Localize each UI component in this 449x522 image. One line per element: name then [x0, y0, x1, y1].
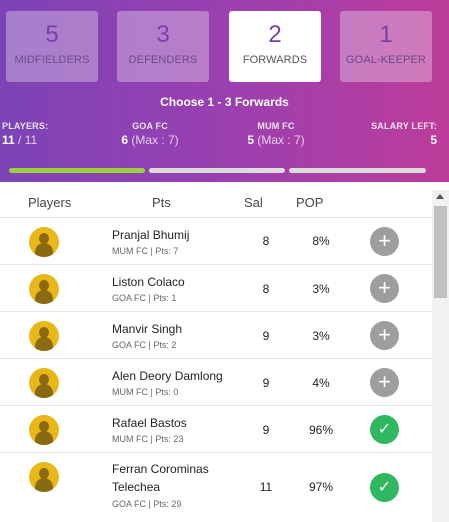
team2-label: MUM FC	[257, 121, 295, 131]
team1-count: 6	[121, 133, 128, 147]
player-name: Ferran Corominas	[112, 462, 209, 476]
player-pop: 96%	[308, 423, 334, 437]
player-salary: 9	[262, 329, 270, 343]
player-meta: MUM FC | Pts: 7	[112, 246, 179, 256]
team2-value: 5 (Max : 7)	[226, 133, 326, 147]
players-stat-value: 11 / 11	[2, 133, 48, 147]
player-row[interactable]: Alen Deory Damlong MUM FC | Pts: 0 9 4% …	[0, 358, 432, 405]
defenders-count: 3	[156, 21, 170, 48]
players-stat: PLAYERS: 11 / 11	[2, 121, 48, 147]
salary-value: 5	[430, 133, 437, 147]
player-row[interactable]: Liston Colaco GOA FC | Pts: 1 8 3% +	[0, 264, 432, 311]
team1-stat: GOA FC 6 (Max : 7)	[100, 121, 200, 147]
team1-label: GOA FC	[132, 121, 168, 131]
add-player-button[interactable]: +	[370, 274, 399, 303]
player-salary: 8	[262, 234, 270, 248]
midfielders-count: 5	[45, 21, 59, 48]
player-row[interactable]: Rafael Bastos MUM FC | Pts: 23 9 96% ✓	[0, 405, 432, 452]
add-player-button[interactable]: +	[370, 227, 399, 256]
player-name: Pranjal Bhumij	[112, 228, 190, 242]
player-name: Rafael Bastos	[112, 416, 187, 430]
player-meta: MUM FC | Pts: 23	[112, 434, 184, 444]
player-meta: MUM FC | Pts: 0	[112, 387, 179, 397]
player-meta: GOA FC | Pts: 1	[112, 293, 177, 303]
player-salary: 11	[259, 480, 273, 494]
player-avatar-icon	[29, 462, 59, 492]
position-tabs: 5 MIDFIELDERS 3 DEFENDERS 2 FORWARDS 1 G…	[6, 11, 444, 82]
choose-instruction: Choose 1 - 3 Forwards	[160, 95, 289, 109]
player-name: Liston Colaco	[112, 275, 185, 289]
player-salary: 9	[262, 376, 270, 390]
add-player-button[interactable]: +	[370, 368, 399, 397]
progress-step-2	[149, 168, 285, 173]
scrollbar[interactable]	[432, 190, 449, 522]
column-header-pop[interactable]: POP	[296, 195, 323, 210]
midfielders-label: MIDFIELDERS	[14, 54, 90, 66]
player-name: Alen Deory Damlong	[112, 369, 223, 383]
team1-value: 6 (Max : 7)	[100, 133, 200, 147]
scroll-up-arrow-icon[interactable]	[436, 194, 444, 199]
player-salary: 9	[262, 423, 270, 437]
player-avatar-icon	[29, 415, 59, 445]
forwards-label: FORWARDS	[242, 54, 308, 66]
column-header-players[interactable]: Players	[28, 195, 71, 210]
players-stat-label: PLAYERS:	[2, 121, 49, 131]
add-player-button[interactable]: +	[370, 321, 399, 350]
team1-max: (Max : 7)	[131, 133, 179, 147]
goal-keeper-count: 1	[379, 21, 393, 48]
tab-defenders[interactable]: 3 DEFENDERS	[117, 11, 209, 82]
player-pop: 4%	[312, 376, 330, 390]
progress-step-3	[289, 168, 426, 173]
players-selected-count: 11	[2, 133, 15, 147]
column-header-pts[interactable]: Pts	[152, 195, 171, 210]
player-row[interactable]: Manvir Singh GOA FC | Pts: 2 9 3% +	[0, 311, 432, 358]
scrollbar-thumb[interactable]	[434, 206, 447, 298]
team2-max: (Max : 7)	[257, 133, 305, 147]
column-header-sal[interactable]: Sal	[244, 195, 263, 210]
player-pop: 3%	[312, 329, 330, 343]
progress-step-1	[9, 168, 145, 173]
tab-midfielders[interactable]: 5 MIDFIELDERS	[6, 11, 98, 82]
player-pop: 97%	[308, 480, 334, 494]
remove-player-button[interactable]: ✓	[370, 415, 399, 444]
player-pop: 8%	[312, 234, 330, 248]
team2-count: 5	[247, 133, 254, 147]
player-avatar-icon	[29, 274, 59, 304]
goal-keeper-label: GOAL-KEEPER	[346, 54, 426, 66]
defenders-label: DEFENDERS	[128, 54, 198, 66]
team-builder-header: 5 MIDFIELDERS 3 DEFENDERS 2 FORWARDS 1 G…	[0, 0, 449, 182]
forwards-count: 2	[268, 21, 282, 48]
player-name: Manvir Singh	[112, 322, 183, 336]
player-pop: 3%	[312, 282, 330, 296]
tab-goal-keeper[interactable]: 1 GOAL-KEEPER	[340, 11, 432, 82]
player-row[interactable]: Pranjal Bhumij MUM FC | Pts: 7 8 8% +	[0, 217, 432, 264]
players-total: / 11	[18, 133, 38, 147]
tab-forwards[interactable]: 2 FORWARDS	[229, 11, 321, 82]
player-avatar-icon	[29, 368, 59, 398]
salary-stat: SALARY LEFT: 5	[350, 121, 437, 147]
player-meta: GOA FC | Pts: 2	[112, 340, 177, 350]
salary-label: SALARY LEFT:	[371, 121, 437, 131]
remove-player-button[interactable]: ✓	[370, 473, 399, 502]
player-salary: 8	[262, 282, 270, 296]
player-meta: GOA FC | Pts: 29	[112, 499, 182, 509]
team2-stat: MUM FC 5 (Max : 7)	[226, 121, 326, 147]
player-name-line2: Telechea	[112, 480, 161, 494]
player-avatar-icon	[29, 227, 59, 257]
player-row[interactable]: Ferran Corominas Telechea GOA FC | Pts: …	[0, 452, 432, 522]
player-avatar-icon	[29, 321, 59, 351]
step-progress	[9, 168, 440, 173]
